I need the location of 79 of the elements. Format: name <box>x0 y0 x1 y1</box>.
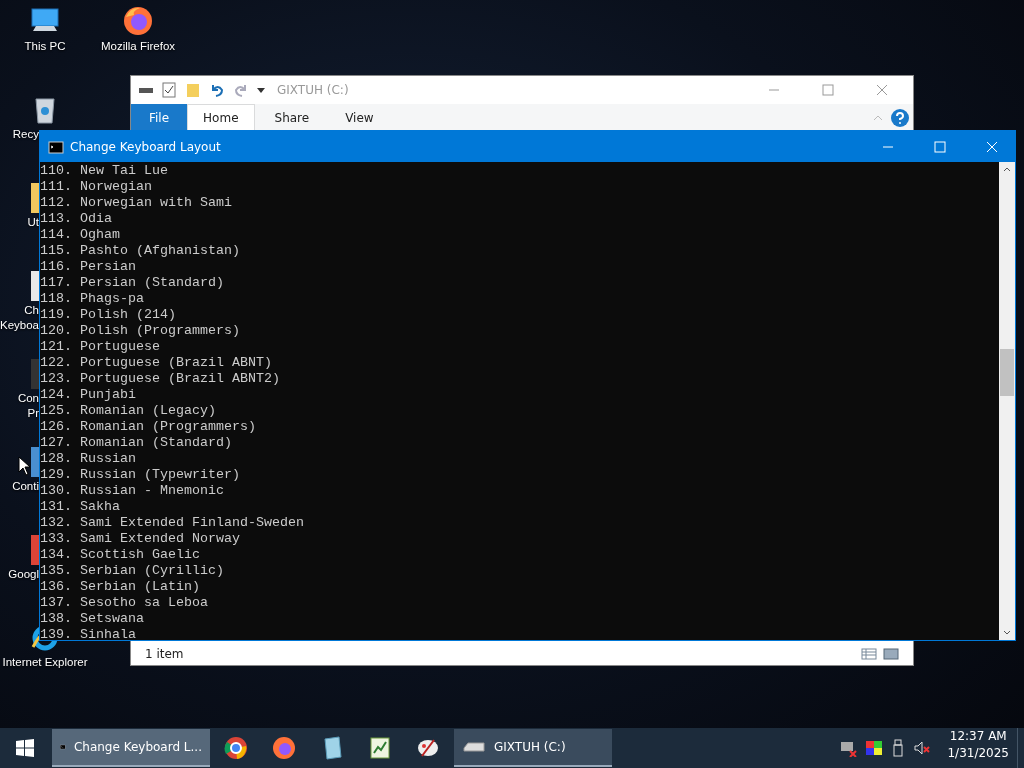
close-icon <box>986 140 998 153</box>
console-line: 118. Phags-pa <box>40 291 144 307</box>
firefox-icon <box>272 736 296 760</box>
windows-logo-icon <box>16 739 34 757</box>
console-line: 123. Portuguese (Brazil ABNT2) <box>40 371 280 387</box>
icon-label[interactable]: Ut <box>27 215 39 230</box>
console-line: 124. Punjabi <box>40 387 136 403</box>
console-line: 139. Sinhala <box>40 627 136 643</box>
console-line: 136. Serbian (Latin) <box>40 579 200 595</box>
drive-icon <box>462 739 486 755</box>
large-icons-view-icon <box>883 645 899 662</box>
dropdown-icon[interactable] <box>257 87 265 93</box>
console-line: 130. Russian - Mnemonic <box>40 483 224 499</box>
icon-label[interactable]: Conti <box>12 479 39 494</box>
clock[interactable]: 12:37 AM 1/31/2025 <box>939 728 1017 768</box>
ribbon-tab[interactable]: Share <box>258 104 326 131</box>
console-line: 121. Portuguese <box>40 339 160 355</box>
console-line: 127. Romanian (Standard) <box>40 435 232 451</box>
file-menu-button[interactable]: File <box>131 104 188 131</box>
console-icon <box>48 138 64 155</box>
icon-label[interactable]: Googl <box>8 567 39 582</box>
console-line: 117. Persian (Standard) <box>40 275 224 291</box>
icon-label[interactable]: Pr <box>27 406 39 421</box>
console-line: 114. Ogham <box>40 227 120 243</box>
console-line: 119. Polish (214) <box>40 307 176 323</box>
maximize-icon <box>822 84 834 96</box>
help-icon[interactable] <box>891 108 909 127</box>
icon-label[interactable]: Con <box>17 391 39 406</box>
ribbon-tab[interactable]: View <box>329 104 390 131</box>
console-line: 110. New Tai Lue <box>40 163 168 179</box>
console-line: 134. Scottish Gaelic <box>40 547 200 563</box>
undo-icon <box>209 82 225 98</box>
maximize-icon <box>934 140 946 153</box>
clock-date: 1/31/2025 <box>947 745 1009 762</box>
collapse-icon[interactable] <box>873 114 883 121</box>
details-view-icon <box>861 645 877 662</box>
console-line: 133. Sami Extended Norway <box>40 531 240 547</box>
icon-label[interactable]: Ch <box>24 303 39 318</box>
firefox-icon <box>122 5 154 37</box>
console-line: 116. Persian <box>40 259 136 275</box>
console-line: 113. Odia <box>40 211 112 227</box>
network-icon <box>839 739 858 757</box>
console-line: 137. Sesotho sa Leboa <box>40 595 208 611</box>
console-line: 112. Norwegian with Sami <box>40 195 232 211</box>
console-line: 129. Russian (Typewriter) <box>40 467 240 483</box>
taskbar-window-button[interactable]: Change Keyboard L... <box>52 729 210 767</box>
color-grid-icon <box>865 739 884 757</box>
ribbon-tab[interactable]: Home <box>187 104 255 131</box>
console-line: 128. Russian <box>40 451 136 467</box>
usb-icon <box>891 739 906 757</box>
console-line: 122. Portuguese (Brazil ABNT) <box>40 355 272 371</box>
console-line: 126. Romanian (Programmers) <box>40 419 256 435</box>
status-text: 1 item <box>145 646 184 661</box>
properties-icon <box>161 82 177 98</box>
mouse-cursor-icon <box>18 456 30 476</box>
volume-muted-icon <box>913 739 932 757</box>
scrollbar-thumb[interactable] <box>1000 349 1014 396</box>
window-title: Change Keyboard Layout <box>70 139 221 154</box>
icon-label[interactable]: Recy <box>12 127 39 142</box>
icon-label[interactable]: Mozilla Firefox <box>100 39 176 54</box>
drive-icon <box>139 87 153 93</box>
console-line: 111. Norwegian <box>40 179 152 195</box>
scrollbar[interactable] <box>999 162 1015 640</box>
console-line: 132. Sami Extended Finland-Sweden <box>40 515 304 531</box>
redo-icon <box>233 82 249 98</box>
close-icon <box>876 84 888 96</box>
console-line: 131. Sakha <box>40 499 120 515</box>
console-line: 138. Setswana <box>40 611 144 627</box>
console-line: 115. Pashto (Afghanistan) <box>40 243 240 259</box>
window-title: GIXTUH (C:) <box>277 83 349 97</box>
clock-time: 12:37 AM <box>949 728 1007 745</box>
console-line: 135. Serbian (Cyrillic) <box>40 563 224 579</box>
console-line: 125. Romanian (Legacy) <box>40 403 216 419</box>
icon-label[interactable]: This PC <box>24 39 66 54</box>
console-line: 120. Polish (Programmers) <box>40 323 240 339</box>
spreadsheet-icon <box>368 736 392 760</box>
icon-label[interactable]: Internet Explorer <box>2 655 88 670</box>
taskbar-window-button[interactable]: GIXTUH (C:) <box>454 729 612 767</box>
icon-label[interactable]: Keyboa <box>0 318 39 333</box>
